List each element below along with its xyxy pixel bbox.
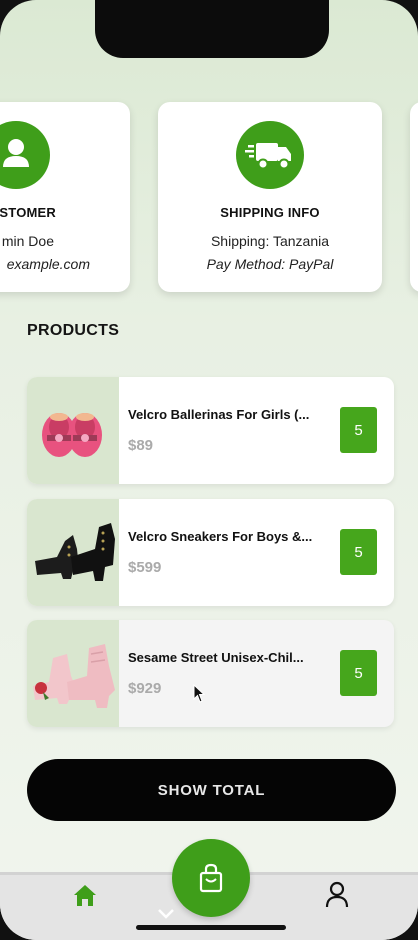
device-notch — [95, 0, 329, 58]
product-name: Sesame Street Unisex-Chil... — [128, 650, 304, 665]
cart-fab-button[interactable] — [172, 839, 250, 917]
next-info-card[interactable] — [410, 102, 418, 292]
home-indicator[interactable] — [136, 925, 286, 930]
customer-email: example.com — [6, 256, 90, 272]
customer-card-title: STOMER — [0, 205, 56, 220]
product-image-pink-floral-boots — [27, 620, 119, 727]
chevron-down-icon[interactable] — [157, 908, 175, 920]
customer-card[interactable]: STOMER min Doe example.com — [0, 102, 130, 292]
shipping-card[interactable]: SHIPPING INFO Shipping: Tanzania Pay Met… — [158, 102, 382, 292]
product-image-black-heeled-boots — [27, 499, 119, 606]
delivery-truck-icon — [236, 121, 304, 189]
payment-method: Pay Method: PayPal — [206, 256, 334, 272]
profile-icon[interactable] — [324, 881, 350, 909]
quantity-badge[interactable]: 5 — [340, 407, 377, 453]
info-cards-carousel[interactable]: STOMER min Doe example.com SHIPPING INFO… — [0, 102, 418, 294]
product-price: $929 — [128, 680, 162, 697]
product-row[interactable]: Velcro Sneakers For Boys &... $599 5 — [27, 499, 394, 606]
shipping-card-title: SHIPPING INFO — [220, 205, 320, 220]
product-name: Velcro Sneakers For Boys &... — [128, 529, 313, 544]
products-heading: PRODUCTS — [27, 322, 120, 339]
customer-name: min Doe — [1, 233, 54, 249]
product-price: $89 — [128, 437, 154, 454]
product-price: $599 — [128, 559, 162, 576]
phone-frame: STOMER min Doe example.com SHIPPING INFO… — [0, 0, 418, 940]
home-icon[interactable] — [71, 881, 99, 909]
shopping-bag-icon — [199, 863, 223, 893]
mouse-cursor-icon — [193, 684, 206, 703]
product-row[interactable]: Velcro Ballerinas For Girls (... $89 5 — [27, 377, 394, 484]
user-icon — [0, 121, 50, 189]
product-image-pink-ballerina-shoes — [27, 377, 119, 484]
app-screen: STOMER min Doe example.com SHIPPING INFO… — [0, 0, 418, 940]
quantity-badge[interactable]: 5 — [340, 650, 377, 696]
product-row[interactable]: Sesame Street Unisex-Chil... $929 5 — [27, 620, 394, 727]
quantity-badge[interactable]: 5 — [340, 529, 377, 575]
product-name: Velcro Ballerinas For Girls (... — [128, 407, 310, 422]
shipping-destination: Shipping: Tanzania — [210, 233, 330, 249]
show-total-button[interactable]: SHOW TOTAL — [27, 759, 396, 821]
